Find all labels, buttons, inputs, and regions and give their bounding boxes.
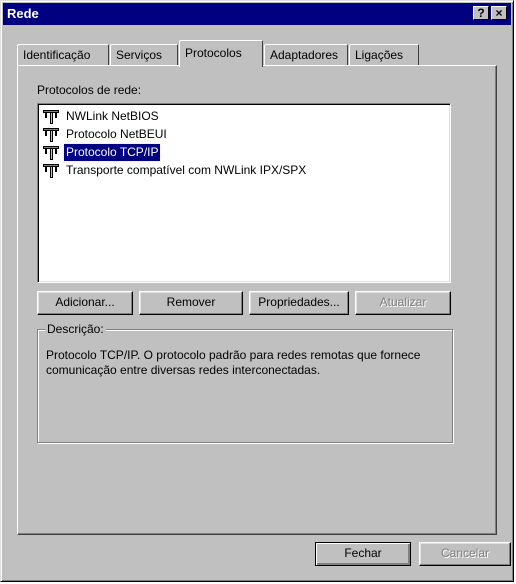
close-icon[interactable]: ×: [491, 6, 507, 20]
network-dialog: Rede ? × Identificação Serviços Protocol…: [0, 0, 514, 582]
description-caption: Descrição:: [45, 322, 106, 336]
list-item[interactable]: NWLink NetBIOS: [42, 108, 161, 125]
network-protocol-icon: [43, 127, 59, 142]
tab-label: Adaptadores: [270, 48, 339, 62]
tab-protocolos[interactable]: Protocolos: [179, 40, 263, 67]
list-item-label: NWLink NetBIOS: [66, 109, 159, 123]
protocols-label: Protocolos de rede:: [37, 83, 142, 97]
list-item[interactable]: Transporte compatível com NWLink IPX/SPX: [42, 162, 308, 179]
cancel-button[interactable]: Cancelar: [419, 542, 511, 566]
tab-label: Identificação: [23, 48, 91, 62]
remove-button[interactable]: Remover: [139, 291, 243, 315]
list-item-label: Protocolo NetBEUI: [66, 127, 167, 141]
tab-label: Protocolos: [185, 46, 242, 60]
window-title: Rede: [7, 6, 39, 21]
description-group: [37, 329, 453, 443]
tab-identificacao[interactable]: Identificação: [17, 44, 109, 66]
list-item-selected[interactable]: Protocolo TCP/IP: [42, 143, 162, 162]
list-item-label: Transporte compatível com NWLink IPX/SPX: [66, 163, 307, 177]
tab-ligacoes[interactable]: Ligações: [349, 44, 419, 66]
update-button[interactable]: Atualizar: [355, 291, 451, 315]
description-text: Protocolo TCP/IP. O protocolo padrão par…: [46, 348, 421, 377]
tab-adaptadores[interactable]: Adaptadores: [264, 44, 348, 66]
tab-servicos[interactable]: Serviços: [110, 44, 178, 66]
tab-label: Serviços: [116, 48, 163, 62]
network-protocol-icon: [43, 145, 59, 160]
list-item-label: Protocolo TCP/IP: [62, 143, 162, 162]
network-protocol-icon: [43, 109, 59, 124]
list-item[interactable]: Protocolo NetBEUI: [42, 126, 169, 143]
tab-label: Ligações: [355, 48, 404, 62]
protocol-list[interactable]: NWLink NetBIOS Protocolo NetBEUI Protoco…: [37, 103, 451, 283]
network-protocol-icon: [43, 163, 59, 178]
properties-button[interactable]: Propriedades...: [249, 291, 349, 315]
close-button[interactable]: Fechar: [315, 542, 411, 566]
help-button[interactable]: ?: [473, 6, 489, 20]
add-button[interactable]: Adicionar...: [37, 291, 133, 315]
title-bar[interactable]: Rede ? ×: [3, 3, 511, 25]
